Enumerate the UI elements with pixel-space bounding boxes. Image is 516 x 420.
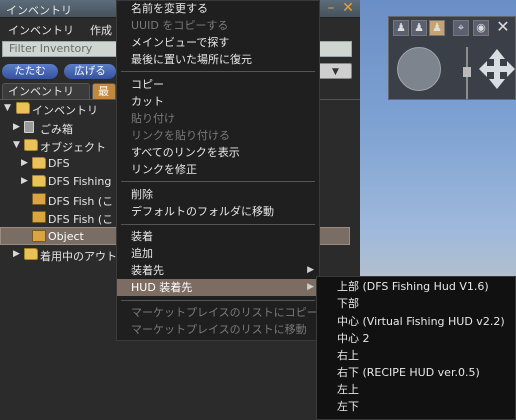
menu-separator <box>121 181 315 182</box>
menu-item-find-in-main-view[interactable]: メインビューで探す <box>117 34 319 51</box>
menu-inventory[interactable]: インベントリ <box>8 22 74 38</box>
box-icon <box>32 193 46 205</box>
zoom-slider-icon[interactable] <box>463 47 471 99</box>
context-menu: 名前を変更する UUID をコピーする メインビューで探す 最後に置いた場所に復… <box>116 0 320 341</box>
menu-item-copy-to-marketplace[interactable]: マーケットプレイスのリストにコピー <box>117 304 319 321</box>
menu-item-fix-links[interactable]: リンクを修正 <box>117 161 319 178</box>
box-icon <box>32 211 46 223</box>
menu-separator <box>121 224 315 225</box>
tree-item-label: 着用中のアウト <box>40 250 117 263</box>
menu-item-label: 装着先 <box>131 264 164 277</box>
folder-icon <box>32 157 46 169</box>
tab-recent[interactable]: 最 <box>92 83 116 99</box>
menu-item-paste[interactable]: 貼り付け <box>117 110 319 127</box>
close-icon[interactable]: ✕ <box>341 1 355 15</box>
submenu-arrow-icon: ▶ <box>307 265 314 275</box>
menu-separator <box>121 71 315 72</box>
menu-item-move-to-marketplace[interactable]: マーケットプレイスのリストに移動 <box>117 321 319 338</box>
collapsed-arrow-icon[interactable]: ▶ <box>21 158 28 168</box>
collapsed-arrow-icon[interactable]: ▶ <box>13 122 20 132</box>
menu-item-attach-to-hud[interactable]: HUD 装着先 ▶ <box>117 279 319 296</box>
avatar-side-view-icon[interactable]: ♟ <box>411 20 427 36</box>
collapse-button[interactable]: たたむ <box>2 64 58 79</box>
avatar-back-view-icon[interactable]: ♟ <box>429 20 445 36</box>
folder-open-icon <box>16 102 30 114</box>
collapsed-arrow-icon[interactable]: ▶ <box>21 176 28 186</box>
submenu-item-top-right[interactable]: 右上 <box>317 347 515 364</box>
menu-item-wear[interactable]: 装着 <box>117 228 319 245</box>
submenu-item-bottom-left[interactable]: 左下 <box>317 398 515 415</box>
menu-item-show-all-links[interactable]: すべてのリンクを表示 <box>117 144 319 161</box>
tree-item-label: DFS Fish (こ <box>48 195 114 208</box>
menu-item-restore-last-position[interactable]: 最後に置いた場所に復元 <box>117 51 319 68</box>
trash-icon <box>24 121 34 133</box>
chevron-down-icon: ▼ <box>332 67 339 77</box>
tree-item-label: DFS <box>48 157 70 170</box>
object-folder-icon <box>24 139 38 151</box>
pan-arrows-icon[interactable] <box>477 47 516 91</box>
menu-item-copy[interactable]: コピー <box>117 76 319 93</box>
box-icon <box>32 230 46 242</box>
submenu-item-top-left[interactable]: 左上 <box>317 381 515 398</box>
submenu-item-top[interactable]: 上部 (DFS Fishing Hud V1.6) <box>317 278 515 295</box>
menu-item-attach-to[interactable]: 装着先 ▶ <box>117 262 319 279</box>
menu-item-cut[interactable]: カット <box>117 93 319 110</box>
sort-dropdown[interactable]: ▼ <box>316 63 352 79</box>
submenu-item-bottom[interactable]: 下部 <box>317 295 515 312</box>
menu-item-delete[interactable]: 削除 <box>117 186 319 203</box>
tree-item-label: DFS Fish (こ <box>48 213 114 226</box>
panel-title: インベントリ <box>6 4 72 17</box>
submenu-item-center[interactable]: 中心 (Virtual Fishing HUD v2.2) <box>317 313 515 330</box>
tree-item-label: DFS Fishing <box>48 175 112 188</box>
expanded-arrow-icon[interactable]: ▼ <box>4 103 11 113</box>
close-icon[interactable]: ✕ <box>495 19 511 36</box>
outfit-folder-icon <box>24 248 38 260</box>
tree-item-label: Object <box>48 230 84 243</box>
submenu-item-bottom-right[interactable]: 右下 (RECIPE HUD ver.0.5) <box>317 364 515 381</box>
menu-create[interactable]: 作成 <box>90 22 112 38</box>
menu-separator <box>121 300 315 301</box>
submenu-item-center-2[interactable]: 中心 2 <box>317 330 515 347</box>
menu-item-label: HUD 装着先 <box>131 281 193 294</box>
tree-item-label: ごみ箱 <box>40 123 73 136</box>
menu-item-copy-uuid[interactable]: UUID をコピーする <box>117 17 319 34</box>
menu-item-add[interactable]: 追加 <box>117 245 319 262</box>
camera-controls-hud: ♟ ♟ ♟ ⌖ ◉ ✕ <box>388 16 516 100</box>
folder-icon <box>32 175 46 187</box>
object-view-icon[interactable]: ◉ <box>473 20 489 36</box>
minimize-icon[interactable]: – <box>324 1 338 15</box>
orbit-control-icon[interactable] <box>397 47 441 91</box>
avatar-front-view-icon[interactable]: ♟ <box>393 20 409 36</box>
camera-icon[interactable]: ⌖ <box>453 20 469 36</box>
expanded-arrow-icon[interactable]: ▼ <box>13 140 20 150</box>
collapsed-arrow-icon[interactable]: ▶ <box>13 249 20 259</box>
tab-inventory[interactable]: インベントリ <box>2 83 90 99</box>
menu-item-rename[interactable]: 名前を変更する <box>117 0 319 17</box>
menu-item-move-to-default-folder[interactable]: デフォルトのフォルダに移動 <box>117 203 319 220</box>
tree-item-label: オブジェクト <box>40 141 106 154</box>
tree-item-label: インベントリ <box>32 104 98 117</box>
expand-button[interactable]: 広げる <box>64 64 116 79</box>
menu-item-paste-link[interactable]: リンクを貼り付ける <box>117 127 319 144</box>
hud-attach-submenu: 上部 (DFS Fishing Hud V1.6) 下部 中心 (Virtual… <box>316 276 516 420</box>
submenu-arrow-icon: ▶ <box>307 282 314 292</box>
